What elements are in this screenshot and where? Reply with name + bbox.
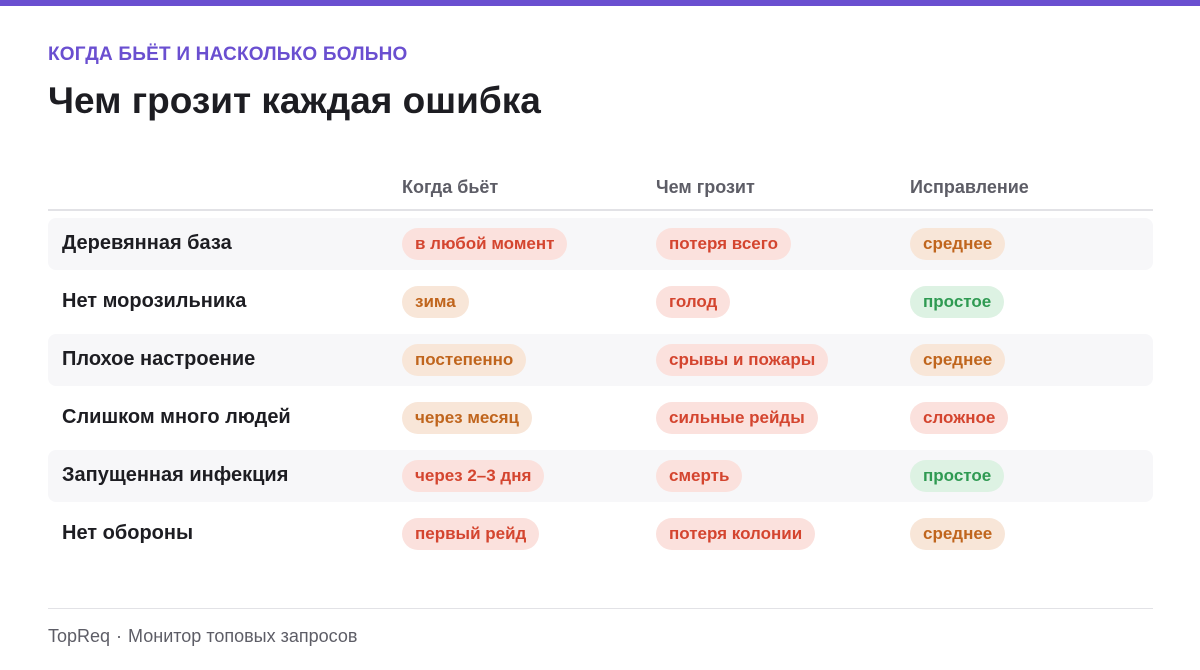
table-row: Слишком много людей через месяц сильные … bbox=[48, 392, 1153, 444]
row-label: Деревянная база bbox=[62, 232, 232, 254]
table-row: Деревянная база в любой момент потеря вс… bbox=[48, 218, 1153, 270]
footer-separator: · bbox=[116, 626, 123, 646]
fix-badge: среднее bbox=[910, 344, 1006, 376]
when-badge: через месяц bbox=[402, 402, 532, 434]
threat-badge: смерть bbox=[656, 460, 743, 492]
threat-badge: сильные рейды bbox=[656, 402, 818, 434]
fix-badge: среднее bbox=[910, 518, 1006, 550]
fix-badge: сложное bbox=[910, 402, 1009, 434]
threat-badge: потеря колонии bbox=[656, 518, 816, 550]
table-row: Нет морозильника зима голод простое bbox=[48, 276, 1153, 328]
footer-divider bbox=[48, 608, 1153, 609]
page-title: Чем грозит каждая ошибка bbox=[48, 80, 541, 121]
top-accent-bar bbox=[0, 0, 1200, 6]
row-label: Плохое настроение bbox=[62, 348, 256, 370]
row-label: Нет морозильника bbox=[62, 290, 247, 312]
row-label: Запущенная инфекция bbox=[62, 464, 289, 486]
threat-badge: голод bbox=[656, 286, 731, 318]
footer-tagline: Монитор топовых запросов bbox=[128, 626, 358, 646]
when-badge: в любой момент bbox=[402, 228, 568, 260]
when-badge: постепенно bbox=[402, 344, 527, 376]
row-label: Слишком много людей bbox=[62, 406, 291, 428]
row-label: Нет обороны bbox=[62, 522, 194, 544]
fix-badge: среднее bbox=[910, 228, 1006, 260]
footer: TopReq · Монитор топовых запросов bbox=[48, 626, 357, 647]
eyebrow-heading: КОГДА БЬЁТ И НАСКОЛЬКО БОЛЬНО bbox=[48, 44, 408, 65]
when-badge: первый рейд bbox=[402, 518, 540, 550]
column-header-when: Когда бьёт bbox=[402, 177, 499, 197]
fix-badge: простое bbox=[910, 460, 1005, 492]
table-row: Запущенная инфекция через 2–3 дня смерть… bbox=[48, 450, 1153, 502]
threat-badge: потеря всего bbox=[656, 228, 791, 260]
when-badge: через 2–3 дня bbox=[402, 460, 545, 492]
threat-badge: срывы и пожары bbox=[656, 344, 829, 376]
fix-badge: простое bbox=[910, 286, 1005, 318]
footer-brand: TopReq bbox=[48, 626, 111, 646]
when-badge: зима bbox=[402, 286, 469, 318]
table-body: Деревянная база в любой момент потеря вс… bbox=[48, 218, 1153, 560]
column-header-fix: Исправление bbox=[910, 177, 1029, 197]
table-row: Плохое настроение постепенно срывы и пож… bbox=[48, 334, 1153, 386]
risk-table: Когда бьёт Чем грозит Исправление Деревя… bbox=[48, 164, 1153, 566]
column-header-threat: Чем грозит bbox=[656, 177, 755, 197]
table-row: Нет обороны первый рейд потеря колонии с… bbox=[48, 508, 1153, 560]
table-header: Когда бьёт Чем грозит Исправление bbox=[48, 164, 1153, 211]
